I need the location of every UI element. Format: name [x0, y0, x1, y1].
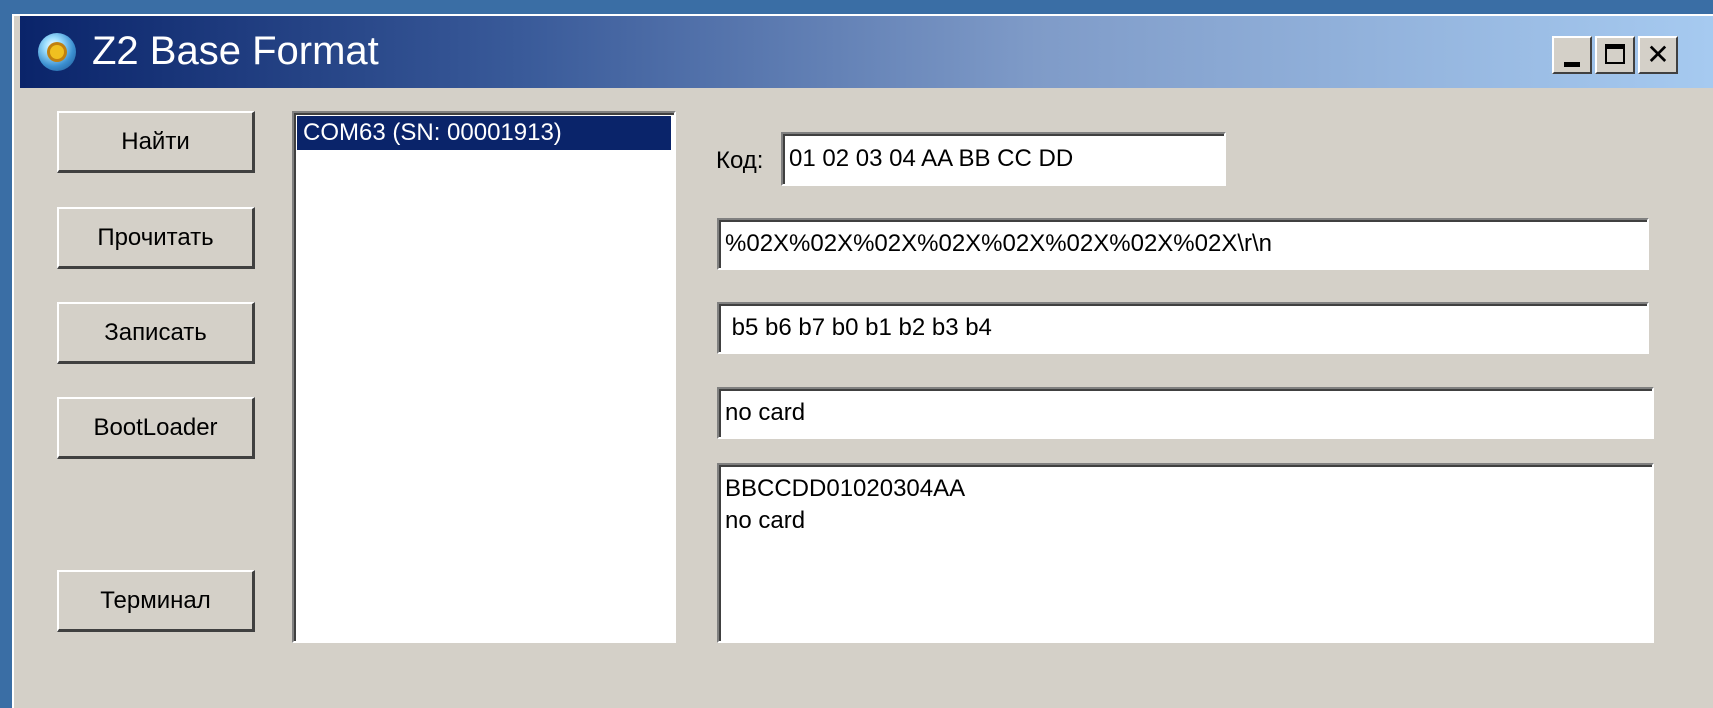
code-input[interactable] [781, 132, 1226, 186]
find-button[interactable]: Найти [57, 111, 255, 173]
app-globe-icon [38, 33, 76, 71]
format-string-input[interactable] [717, 218, 1649, 270]
maximize-button[interactable] [1595, 36, 1635, 74]
close-icon: ✕ [1646, 38, 1670, 71]
minimize-button[interactable] [1552, 36, 1592, 74]
status-input[interactable] [717, 387, 1654, 439]
terminal-button[interactable]: Терминал [57, 570, 255, 632]
bootloader-button[interactable]: BootLoader [57, 397, 255, 459]
read-button[interactable]: Прочитать [57, 207, 255, 269]
minimize-icon [1564, 62, 1580, 67]
maximize-icon [1605, 44, 1625, 64]
close-button[interactable]: ✕ [1638, 36, 1678, 74]
log-textarea[interactable]: BBCCDD01020304AA no card [717, 463, 1654, 643]
port-list-item[interactable]: COM63 (SN: 00001913) [297, 116, 671, 150]
port-list[interactable]: COM63 (SN: 00001913) [292, 111, 676, 643]
write-button[interactable]: Записать [57, 302, 255, 364]
title-bar[interactable]: Z2 Base Format ✕ [20, 16, 1713, 88]
window-title: Z2 Base Format [92, 29, 379, 73]
bit-order-input[interactable] [717, 302, 1649, 354]
code-label: Код: [716, 147, 764, 174]
